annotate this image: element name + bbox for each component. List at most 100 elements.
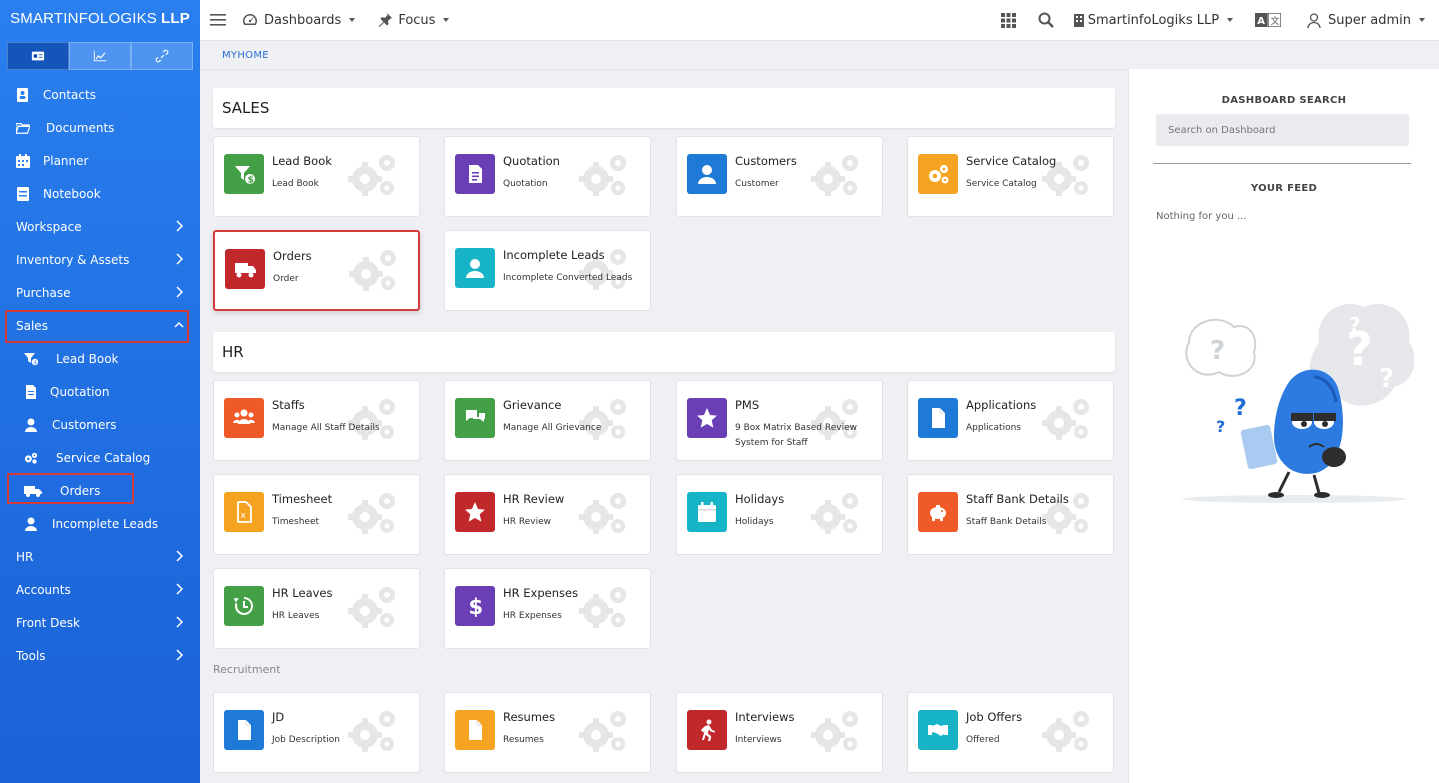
id-card-icon (31, 51, 45, 61)
card-holidays[interactable]: Holidays Holidays (676, 474, 883, 555)
sidebar-item-label: Contacts (43, 87, 96, 102)
svg-text:?: ? (1349, 313, 1361, 337)
dollar-icon: $ (469, 595, 484, 617)
sidebar-item-tools[interactable]: Tools (0, 639, 200, 672)
card-title: Lead Book (272, 154, 332, 168)
dashboards-menu[interactable]: Dashboards (242, 0, 356, 41)
chevron-right-icon (174, 649, 184, 661)
card-subtitle: 9 Box Matrix Based Review System for Sta… (735, 423, 857, 448)
card-title: PMS (735, 398, 760, 412)
card-title: Job Offers (966, 710, 1023, 724)
file-icon (238, 720, 251, 740)
file-icon (469, 720, 482, 740)
card-icon-tile (224, 398, 264, 438)
chevron-right-icon (174, 286, 184, 298)
card-staffs[interactable]: Staffs Manage All Staff Details (213, 380, 420, 461)
tab-modules[interactable] (7, 42, 69, 70)
card-subtitle: Order (273, 274, 299, 284)
card-customers[interactable]: Customers Customer (676, 136, 883, 217)
card-subtitle: Quotation (503, 179, 548, 189)
sidebar-item-inventory-assets[interactable]: Inventory & Assets (0, 243, 200, 276)
search-button[interactable] (1038, 0, 1054, 41)
card-subtitle: HR Review (503, 517, 551, 527)
card-icon-tile: $ (224, 154, 264, 194)
card-lead-book[interactable]: $ Lead Book Lead Book (213, 136, 420, 217)
tab-reports[interactable] (69, 42, 131, 70)
sidebar-tabs (7, 42, 193, 70)
breadcrumb[interactable]: MYHOME (222, 50, 269, 61)
sidebar-item-incomplete-leads[interactable]: Incomplete Leads (0, 507, 200, 540)
card-pms[interactable]: PMS 9 Box Matrix Based Review System for … (676, 380, 883, 461)
sidebar-item-lead-book[interactable]: $ Lead Book (0, 342, 200, 375)
card-timesheet[interactable]: x Timesheet Timesheet (213, 474, 420, 555)
star-icon (697, 408, 717, 428)
focus-menu[interactable]: Focus (377, 0, 450, 41)
card-staff-bank-details[interactable]: Staff Bank Details Staff Bank Details (907, 474, 1114, 555)
sidebar-item-accounts[interactable]: Accounts (0, 573, 200, 606)
chat-icon (466, 410, 485, 422)
card-service-catalog[interactable]: Service Catalog Service Catalog (907, 136, 1114, 217)
contacts-icon (16, 87, 30, 102)
card-subtitle: Manage All Grievance (503, 423, 602, 433)
file-icon (932, 408, 945, 428)
dashboard-search-title: DASHBOARD SEARCH (1221, 95, 1347, 106)
feed-empty-text: Nothing for you ... (1156, 211, 1247, 222)
sidebar-item-front-desk[interactable]: Front Desk (0, 606, 200, 639)
card-icon-tile (455, 154, 495, 194)
card-incomplete-leads[interactable]: Incomplete Leads Incomplete Converted Lea… (444, 230, 651, 311)
card-interviews[interactable]: Interviews Interviews (676, 692, 883, 773)
user-icon (698, 165, 716, 184)
brand-logo[interactable]: SMARTINFOLOGIKS LLP (0, 0, 200, 36)
card-resumes[interactable]: Resumes Resumes (444, 692, 651, 773)
sidebar-item-hr[interactable]: HR (0, 540, 200, 573)
card-hr-leaves[interactable]: HR Leaves HR Leaves (213, 568, 420, 649)
sidebar-item-purchase[interactable]: Purchase (0, 276, 200, 309)
card-title: Resumes (503, 710, 556, 724)
piggy-bank-icon (930, 505, 946, 521)
sidebar-item-notebook[interactable]: Notebook (0, 177, 200, 210)
card-title: Timesheet (272, 492, 333, 506)
svg-text:文: 文 (1271, 15, 1280, 27)
chevron-right-icon (174, 583, 184, 595)
sidebar-item-documents[interactable]: Documents (0, 111, 200, 144)
card-subtitle: Offered (966, 735, 1000, 745)
card-icon-tile (687, 492, 727, 532)
company-menu[interactable]: SmartinfoLogiks LLP (1073, 0, 1234, 41)
translate-icon: A文 (1255, 13, 1282, 27)
sidebar-item-label: Quotation (50, 384, 110, 399)
card-icon-tile (225, 249, 265, 289)
card-quotation[interactable]: Quotation Quotation (444, 136, 651, 217)
card-hr-review[interactable]: HR Review HR Review (444, 474, 651, 555)
card-job-offers[interactable]: Job Offers Offered (907, 692, 1114, 773)
company-label: SmartinfoLogiks LLP (1087, 12, 1220, 28)
sidebar-item-label: Incomplete Leads (52, 516, 159, 531)
chevron-down-icon (443, 18, 450, 22)
card-subtitle: Holidays (735, 517, 774, 527)
sidebar-item-planner[interactable]: Planner (0, 144, 200, 177)
apps-grid-button[interactable] (1000, 0, 1016, 41)
menu-toggle-button[interactable] (210, 0, 226, 41)
sidebar-item-workspace[interactable]: Workspace (0, 210, 200, 243)
dashboard-search-input[interactable] (1156, 114, 1409, 146)
language-button[interactable]: A文 (1255, 0, 1282, 41)
sidebar: SMARTINFOLOGIKS LLP Contacts Documents P… (0, 0, 200, 783)
sidebar-item-quotation[interactable]: Quotation (0, 375, 200, 408)
tab-links[interactable] (131, 42, 193, 70)
user-menu[interactable]: Super admin (1307, 0, 1425, 41)
card-grievance[interactable]: Grievance Manage All Grievance (444, 380, 651, 461)
sidebar-item-contacts[interactable]: Contacts (0, 78, 200, 111)
card-hr-expenses[interactable]: $ HR Expenses HR Expenses (444, 568, 651, 649)
user-icon (1307, 12, 1321, 28)
chevron-right-icon (174, 616, 184, 628)
card-jd[interactable]: JD Job Description (213, 692, 420, 773)
sidebar-item-label: Front Desk (16, 615, 80, 630)
card-title: Grievance (503, 398, 562, 412)
sidebar-item-customers[interactable]: Customers (0, 408, 200, 441)
sidebar-item-service-catalog[interactable]: Service Catalog (0, 441, 200, 474)
card-orders[interactable]: Orders Order (213, 230, 420, 311)
confused-mascot-illustration: ? ? ? ? ? ? (1182, 303, 1414, 503)
card-title: Interviews (735, 710, 795, 724)
svg-text:A: A (1257, 16, 1265, 27)
card-applications[interactable]: Applications Applications (907, 380, 1114, 461)
card-subtitle: Lead Book (272, 179, 319, 189)
